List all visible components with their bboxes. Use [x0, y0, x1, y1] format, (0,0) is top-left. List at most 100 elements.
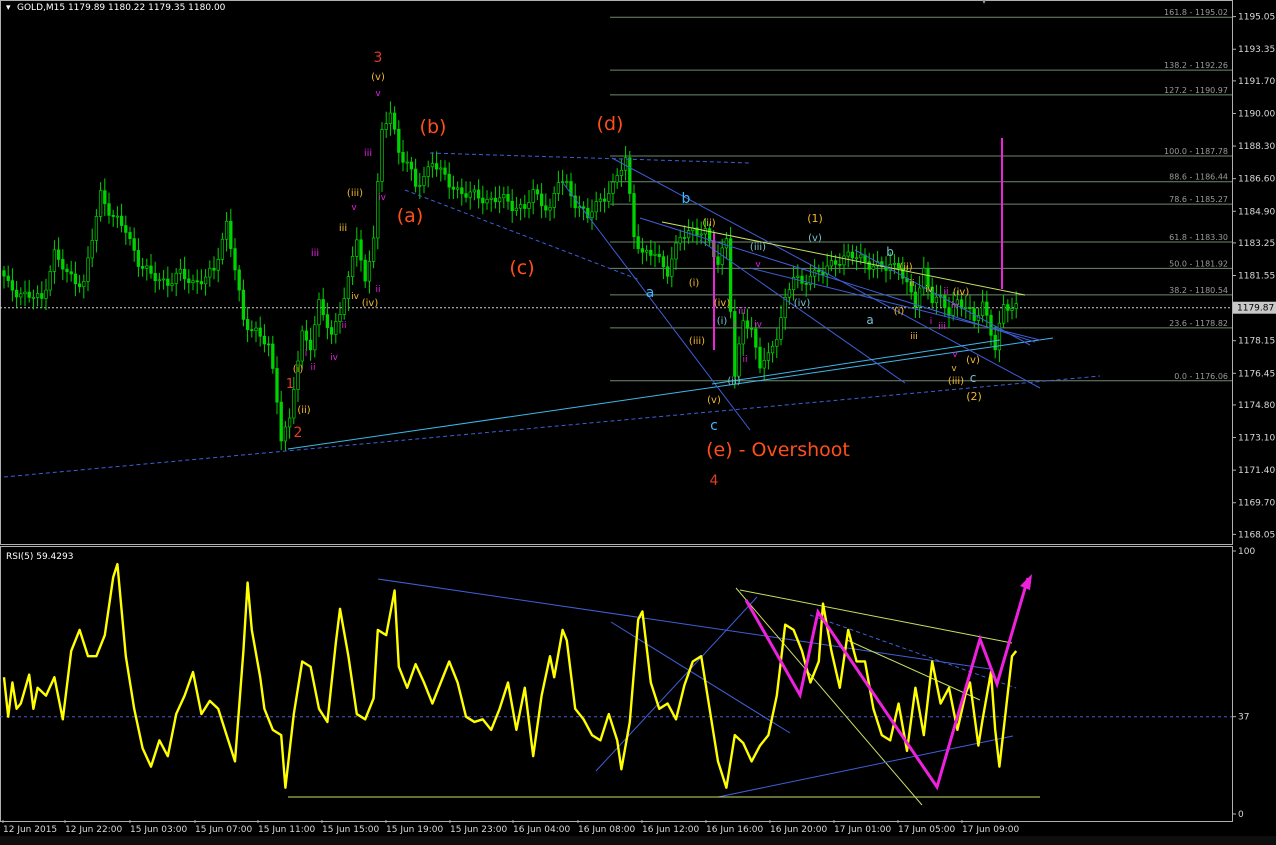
- candle-body: [212, 267, 216, 271]
- wave-label: (v): [808, 233, 822, 244]
- candle-body: [170, 283, 174, 286]
- candle-body: [2, 270, 6, 277]
- fib-level-label: 161.8 - 1195.02: [1164, 8, 1228, 17]
- candle-body: [401, 152, 405, 163]
- candle-body: [590, 211, 594, 218]
- wave-label: (ii): [297, 405, 310, 416]
- time-tick-label: 16 Jun 12:00: [642, 825, 699, 835]
- wave-label: (iii): [347, 188, 363, 199]
- price-tick-label: 1171.40: [1238, 466, 1275, 476]
- wave-label: a: [866, 313, 873, 327]
- candle-body: [804, 282, 808, 285]
- candle-body: [426, 166, 430, 177]
- candle-body: [934, 296, 939, 304]
- wave-label: 3: [374, 50, 383, 66]
- candle-body: [1001, 304, 1006, 324]
- wave-label: (i): [689, 278, 700, 289]
- candle-body: [707, 228, 712, 241]
- candle-body: [1010, 308, 1014, 311]
- candle-body: [262, 335, 267, 345]
- candle-body: [943, 295, 947, 309]
- candle-body: [77, 283, 82, 288]
- candle-body: [489, 197, 493, 200]
- candle-body: [674, 242, 678, 260]
- candle-body: [602, 198, 607, 202]
- metatrader-chart-window[interactable]: 1195.05 1193.35 1191.70 1190.00 1188.30 1186.…: [0, 0, 1276, 845]
- candle-body: [178, 268, 183, 274]
- candle-body: [476, 189, 481, 199]
- candle-body: [10, 280, 15, 291]
- candle-body: [481, 197, 485, 204]
- trend-line: [287, 337, 1054, 450]
- price-tick-label: 1173.10: [1238, 434, 1275, 444]
- candle-body: [325, 314, 330, 328]
- wave-label: ii: [742, 355, 747, 365]
- candle-body: [817, 269, 821, 273]
- candle-body: [27, 291, 31, 298]
- candle-body: [787, 289, 792, 298]
- candle-body: [376, 181, 380, 239]
- candle-body: [157, 279, 162, 282]
- fib-level-label: 127.2 - 1190.97: [1164, 86, 1228, 95]
- wave-label: ii: [375, 285, 380, 295]
- rsi-trend-line: [717, 735, 1014, 798]
- candle-body: [128, 232, 132, 239]
- candle-body: [539, 193, 544, 207]
- rsi-trend-line: [377, 578, 991, 670]
- wave-label: 4: [710, 473, 719, 489]
- rsi-trend-line: [735, 587, 923, 806]
- candle-body: [140, 266, 145, 269]
- candle-body: [367, 261, 372, 282]
- candle-body: [535, 189, 540, 195]
- candle-body: [779, 317, 783, 340]
- candle-body: [153, 273, 157, 281]
- wave-label: c: [710, 418, 718, 434]
- symbol-menu-icon: ▾: [6, 3, 11, 13]
- candle-body: [430, 163, 435, 168]
- wave-label: iv: [925, 285, 934, 295]
- candle-body: [665, 266, 670, 277]
- candle-body: [682, 237, 687, 239]
- wave-label: iv: [351, 292, 360, 302]
- rsi-tick-label: 37: [1238, 713, 1249, 723]
- wave-label: (iv): [953, 287, 970, 298]
- candle-body: [724, 238, 729, 249]
- wave-label: ii: [341, 321, 346, 331]
- candle-body: [439, 167, 443, 170]
- candle-body: [292, 389, 296, 419]
- candle-body: [342, 298, 346, 315]
- candle-body: [145, 265, 149, 269]
- candle-body: [455, 187, 460, 190]
- wave-label: (e) - Overshoot: [706, 439, 850, 461]
- candle-body: [149, 265, 153, 274]
- price-tick-label: 1188.30: [1238, 142, 1275, 152]
- wave-label: v: [951, 364, 957, 374]
- candle-body: [287, 417, 292, 428]
- candle-body: [52, 249, 57, 272]
- candle-body: [598, 198, 603, 202]
- candle-body: [44, 289, 48, 299]
- candle-body: [19, 293, 23, 298]
- candle-body: [422, 176, 426, 186]
- trend-line: [611, 157, 1041, 389]
- candle-body: [829, 260, 834, 267]
- candle-body: [313, 324, 317, 351]
- scroll-strip[interactable]: [0, 836, 1276, 845]
- wave-label: (v): [707, 395, 721, 406]
- wave-label: (a): [397, 205, 423, 227]
- wave-label: i: [734, 321, 737, 331]
- rsi-projection-path: [744, 577, 1030, 791]
- chart-canvas[interactable]: 1195.05 1193.35 1191.70 1190.00 1188.30 1186.…: [0, 0, 1276, 845]
- candle-body: [363, 259, 367, 282]
- wave-label: (iii): [948, 376, 964, 387]
- candle-body: [304, 330, 309, 341]
- time-tick-label: 16 Jun 04:00: [513, 825, 570, 835]
- candle-body: [14, 289, 19, 298]
- candle-body: [86, 257, 90, 282]
- fib-level-label: 38.2 - 1180.54: [1169, 286, 1228, 295]
- time-tick-label: 17 Jun 05:00: [898, 825, 955, 835]
- candle-body: [670, 258, 674, 277]
- candle-body: [182, 268, 187, 280]
- candle-body: [552, 193, 556, 208]
- candle-body: [493, 197, 498, 203]
